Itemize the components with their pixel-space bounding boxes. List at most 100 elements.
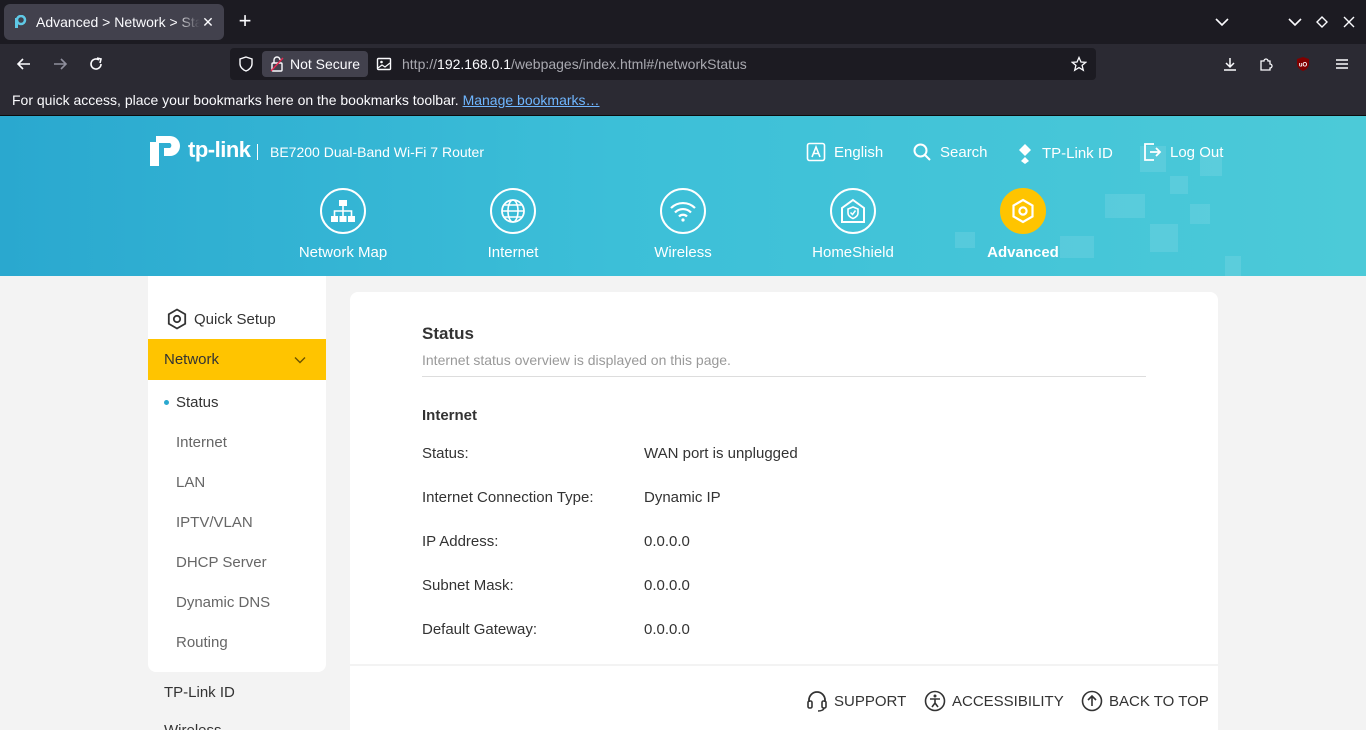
ublock-origin-icon[interactable]: uO	[1291, 52, 1315, 76]
shield-icon[interactable]	[238, 56, 254, 77]
sidebar-item-wireless[interactable]: Wireless	[164, 722, 222, 730]
bookmarks-toolbar: For quick access, place your bookmarks h…	[0, 84, 1366, 116]
back-arrow-icon[interactable]	[12, 52, 36, 76]
page-title: Status	[422, 324, 474, 343]
homeshield-icon	[830, 188, 876, 234]
page-footer: SUPPORT ACCESSIBILITY BACK TO TOP	[350, 666, 1218, 730]
nav-homeshield-label: HomeShield	[812, 244, 894, 261]
nav-network-map[interactable]: Network Map	[273, 188, 413, 261]
sidebar-item-dynamic-dns[interactable]: Dynamic DNS	[176, 594, 270, 611]
svg-text:uO: uO	[1299, 63, 1308, 69]
url-bar[interactable]: Not Secure http://192.168.0.1/webpages/i…	[230, 48, 1096, 80]
subnet-mask-value: 0.0.0.0	[644, 577, 690, 594]
section-title: Internet	[422, 407, 478, 424]
nav-advanced[interactable]: Advanced	[953, 188, 1093, 261]
sidebar-item-routing[interactable]: Routing	[176, 634, 228, 651]
arrow-up-circle-icon	[1081, 690, 1103, 712]
extensions-icon[interactable]	[1254, 52, 1278, 76]
sidebar-item-internet[interactable]: Internet	[176, 434, 227, 451]
logo-divider	[257, 144, 258, 160]
quick-setup-gear-icon	[167, 308, 187, 330]
tplink-id-label: TP-Link ID	[1042, 144, 1113, 162]
tab-title: Advanced > Network > Status	[36, 14, 200, 30]
reload-icon[interactable]	[84, 52, 108, 76]
url-host: 192.168.0.1	[437, 56, 511, 72]
default-gateway-value: 0.0.0.0	[644, 621, 690, 638]
active-item-dot	[164, 400, 169, 405]
search-link[interactable]: Search	[912, 142, 988, 162]
router-header: tp-link BE7200 Dual-Band Wi-Fi 7 Router …	[0, 116, 1366, 276]
model-name: BE7200 Dual-Band Wi-Fi 7 Router	[270, 144, 484, 160]
downloads-icon[interactable]	[1218, 52, 1242, 76]
sidebar-item-status[interactable]: Status	[176, 394, 219, 411]
page-description: Internet status overview is displayed on…	[422, 352, 731, 368]
subnet-mask-label: Subnet Mask:	[422, 577, 514, 594]
sidebar-item-iptv-vlan[interactable]: IPTV/VLAN	[176, 514, 253, 531]
header-decoration	[1225, 256, 1241, 276]
tplink-logo[interactable]: tp-link	[148, 132, 251, 168]
logout-label: Log Out	[1170, 143, 1224, 161]
accessibility-link[interactable]: ACCESSIBILITY	[924, 690, 1064, 712]
restore-diamond-icon[interactable]	[1312, 12, 1332, 32]
close-window-icon[interactable]	[1339, 12, 1359, 32]
back-to-top-label: BACK TO TOP	[1109, 692, 1209, 710]
advanced-gear-icon	[1000, 188, 1046, 234]
chevron-down-icon	[294, 351, 306, 368]
tplink-id-icon	[1019, 144, 1031, 164]
sidebar-item-tplink-id[interactable]: TP-Link ID	[164, 684, 235, 701]
tplink-favicon-icon	[12, 14, 28, 30]
tab-list-icon[interactable]	[1212, 12, 1232, 32]
nav-homeshield[interactable]: HomeShield	[783, 188, 923, 261]
logout-link[interactable]: Log Out	[1142, 142, 1223, 162]
bookmark-star-icon[interactable]	[1070, 55, 1088, 77]
headset-icon	[807, 691, 827, 712]
sidebar: Quick Setup Network Status Internet LAN …	[148, 276, 326, 672]
nav-wireless[interactable]: Wireless	[613, 188, 753, 261]
not-secure-label: Not Secure	[290, 56, 361, 72]
connection-type-value: Dynamic IP	[644, 489, 721, 506]
bookmarks-message: For quick access, place your bookmarks h…	[12, 92, 459, 108]
logout-icon	[1144, 143, 1162, 161]
language-link[interactable]: English	[806, 142, 883, 162]
nav-internet[interactable]: Internet	[443, 188, 583, 261]
sidebar-item-lan[interactable]: LAN	[176, 474, 205, 491]
url-path: /webpages/index.html#/networkStatus	[511, 56, 747, 72]
nav-network-map-label: Network Map	[298, 244, 388, 261]
status-value: WAN port is unplugged	[644, 445, 798, 462]
sidebar-item-quick-setup[interactable]: Quick Setup	[166, 308, 276, 330]
tplink-id-link[interactable]: TP-Link ID	[1016, 142, 1113, 164]
nav-advanced-label: Advanced	[987, 244, 1059, 261]
not-secure-badge[interactable]: Not Secure	[262, 51, 368, 77]
manage-bookmarks-link[interactable]: Manage bookmarks…	[463, 92, 600, 108]
language-label: English	[834, 143, 884, 161]
ip-address-value: 0.0.0.0	[644, 533, 690, 550]
header-decoration	[1190, 204, 1210, 224]
forward-arrow-icon[interactable]	[48, 52, 72, 76]
new-tab-icon[interactable]: +	[234, 10, 256, 34]
accessibility-icon	[924, 690, 946, 712]
back-to-top-link[interactable]: BACK TO TOP	[1081, 690, 1209, 712]
url-text[interactable]: http://192.168.0.1/webpages/index.html#/…	[402, 56, 747, 72]
minimize-chevron-icon[interactable]	[1285, 12, 1305, 32]
globe-icon	[490, 188, 536, 234]
tab-close-icon[interactable]: ✕	[200, 14, 216, 31]
tplink-logo-icon	[150, 136, 180, 166]
ip-address-label: IP Address:	[422, 533, 499, 550]
support-label: SUPPORT	[834, 692, 907, 710]
network-map-icon	[320, 188, 366, 234]
header-decoration	[1170, 176, 1188, 194]
hamburger-menu-icon[interactable]	[1330, 52, 1354, 76]
accessibility-label: ACCESSIBILITY	[952, 692, 1064, 710]
connection-type-label: Internet Connection Type:	[422, 489, 594, 506]
support-link[interactable]: SUPPORT	[806, 690, 906, 712]
brand-name: tp-link	[188, 137, 251, 162]
status-label: Status:	[422, 445, 469, 462]
quick-setup-label: Quick Setup	[194, 310, 276, 328]
page-image-icon[interactable]	[376, 56, 392, 77]
header-decoration	[1150, 224, 1178, 252]
browser-tab[interactable]: Advanced > Network > Status ✕	[4, 4, 224, 40]
language-icon	[806, 142, 826, 162]
sidebar-item-dhcp-server[interactable]: DHCP Server	[176, 554, 267, 571]
unlocked-padlock-icon	[270, 56, 284, 72]
sidebar-item-network[interactable]: Network	[148, 339, 326, 380]
